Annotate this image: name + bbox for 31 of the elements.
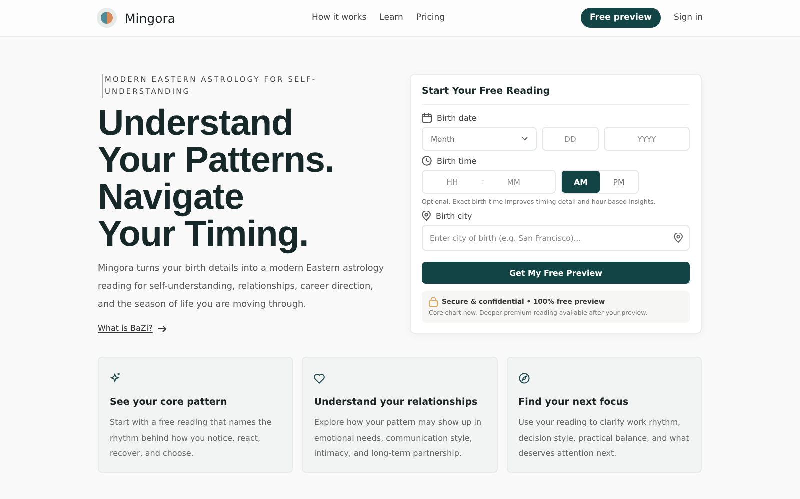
sign-in-link[interactable]: Sign in (674, 13, 703, 23)
what-is-bazi-link[interactable]: What is BaZi? (98, 324, 153, 333)
lock-icon (429, 297, 438, 307)
feature-title: See your core pattern (110, 397, 228, 408)
location-pin-icon (674, 233, 683, 243)
field-label: Birth time (437, 156, 477, 166)
sparkle-icon (110, 373, 121, 384)
nav-link[interactable]: Pricing (416, 13, 446, 23)
chevron-icon (522, 137, 528, 141)
field-label: Birth city (436, 212, 472, 220)
nav-link[interactable]: Learn (380, 13, 404, 23)
feature-text: Use your reading to clarify work rhythm, decision style, practical balance, and what deserves attention next. (518, 417, 690, 460)
feature-text: Start with a free reading that names the rhythm behind how you notice, react, recover, and choose. (110, 417, 273, 460)
feature-text: Explore how your pattern may show up in emotional needs, communication style, intimacy, and long-term partnership. (314, 417, 483, 460)
free-preview-button[interactable]: Free preview (580, 8, 661, 28)
calendar-icon (422, 113, 432, 123)
field-label: Birth date (437, 114, 477, 122)
location-pin-icon (422, 211, 431, 221)
arrow-icon (158, 324, 167, 332)
compass-icon (518, 373, 530, 384)
form-title: Start Your Free Reading (422, 86, 690, 105)
feature-title: Understand your relationships (314, 397, 479, 408)
headline: Understand Your Patterns. Navigate Your Timing. (98, 104, 336, 252)
brand-name[interactable]: Mingora (125, 10, 176, 26)
feature-title: Find your next focus (518, 397, 630, 408)
clock-icon (422, 156, 432, 166)
logo-icon (97, 8, 117, 28)
intro-paragraph: Mingora turns your birth details into a modern Eastern astrology reading for self-understanding, relationships, career direction, and the season of life you are moving through. (98, 263, 386, 312)
nav-link[interactable]: How it works (312, 13, 367, 23)
heart-icon (314, 374, 326, 384)
submit-button[interactable]: Get My Free Preview (422, 262, 690, 284)
